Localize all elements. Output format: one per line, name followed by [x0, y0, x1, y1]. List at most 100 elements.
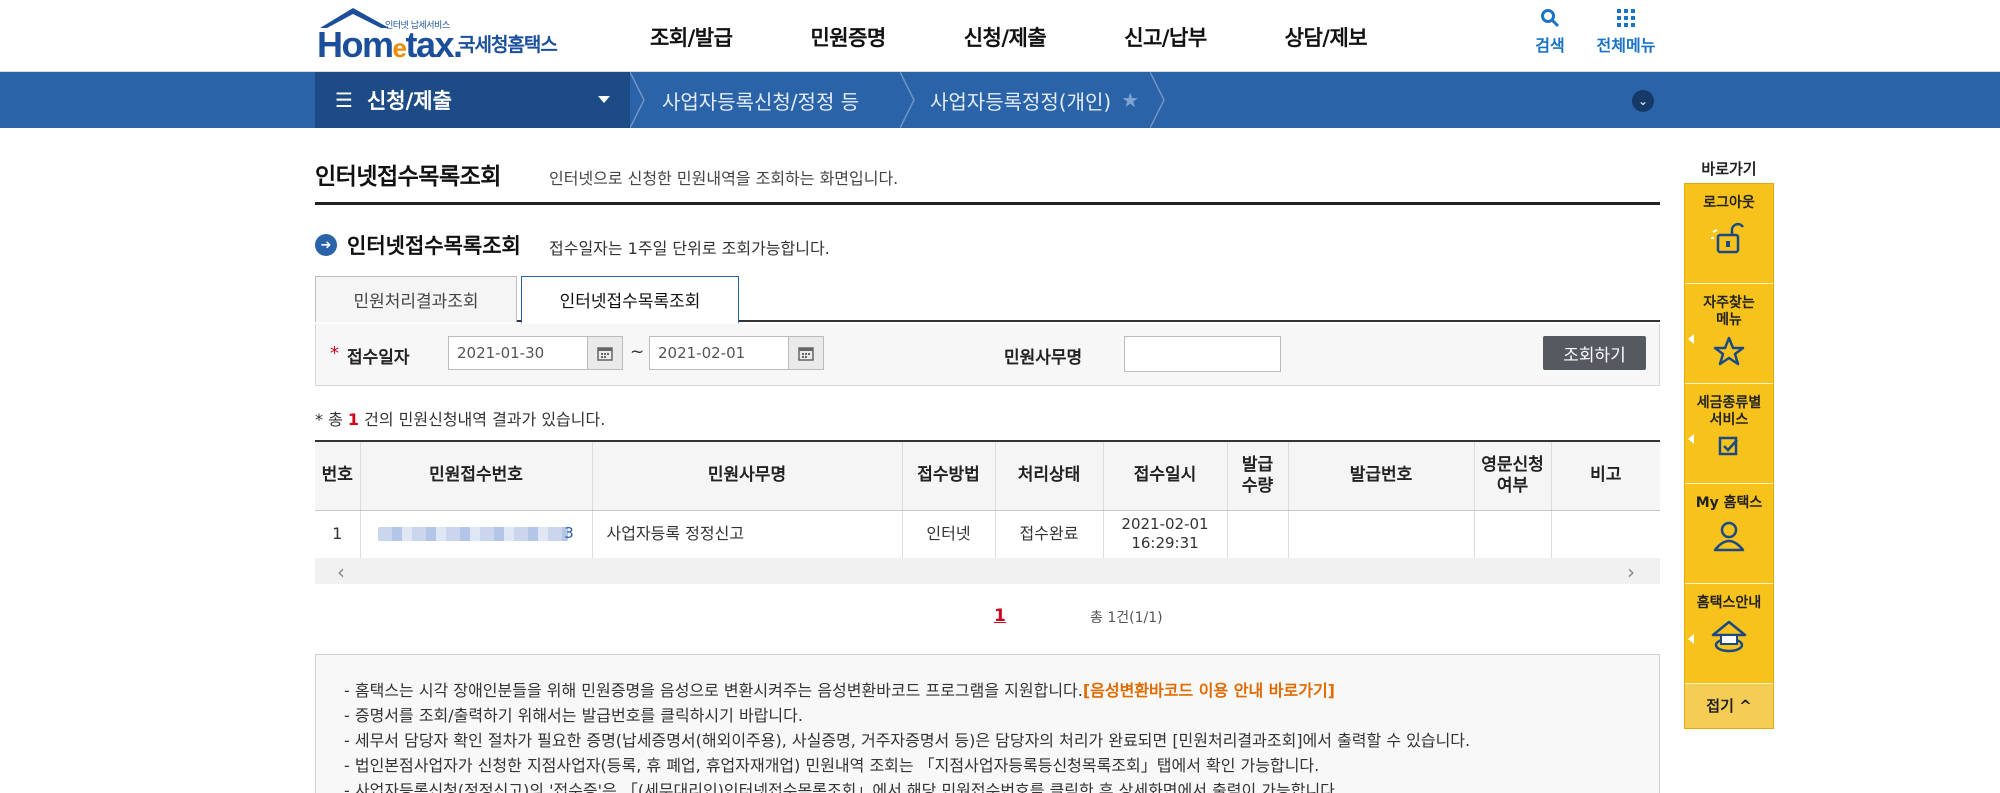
quick-hometax-guide-button[interactable]: 홈택스안내 [1685, 584, 1773, 684]
voice-barcode-guide-link[interactable]: [음성변환바코드 이용 안내 바로가기] [1083, 681, 1335, 700]
quick-label: 자주찾는 메뉴 [1703, 295, 1755, 328]
quick-menu: 로그아웃 자주찾는 메뉴 세금종류별 서비스 My 홈택스 홈택스안내 접기 ^ [1684, 183, 1774, 729]
category-menu-label: 신청/제출 [366, 89, 452, 113]
gnb-civil-certificates[interactable]: 민원증명 [810, 22, 886, 52]
notice-line: - 증명서를 조회/출력하기 위해서는 발급번호를 클릭하시기 바랍니다. [344, 706, 803, 725]
gnb-apply-submit[interactable]: 신청/제출 [964, 22, 1047, 52]
breadcrumb-label: 사업자등록신청/정정 등 [662, 89, 860, 114]
receipt-number-link[interactable]: 3 [360, 510, 593, 559]
notice-line: - 홈택스는 시각 장애인분들을 위해 민원증명을 음성으로 변환시켜주는 음성… [344, 681, 1335, 700]
cell-time: 16:29:31 [1131, 534, 1199, 552]
result-count: 1 [347, 410, 360, 429]
search-submit-button[interactable]: 조회하기 [1543, 336, 1646, 370]
redacted-receipt-number [378, 527, 569, 542]
gnb-consult-report[interactable]: 상담/제보 [1285, 22, 1368, 52]
section-description: 접수일자는 1주일 단위로 조회가능합니다. [549, 239, 830, 258]
all-menu-button[interactable]: 전체메뉴 [1586, 8, 1666, 56]
grid-menu-icon [1617, 9, 1635, 27]
quick-logout-button[interactable]: 로그아웃 [1685, 184, 1773, 284]
date-to-input[interactable]: 2021-02-01 [649, 336, 789, 370]
calendar-icon[interactable] [587, 336, 623, 370]
house-icon [1711, 620, 1747, 653]
range-separator: ~ [630, 342, 645, 362]
caret-left-icon [1688, 634, 1694, 644]
horizontal-scrollbar[interactable]: ‹ › [315, 558, 1660, 584]
chevron-down-icon[interactable]: ⌄ [1632, 90, 1654, 112]
cell-issue-no[interactable] [1288, 510, 1475, 559]
scroll-left-icon[interactable]: ‹ [337, 560, 345, 584]
breadcrumb-registration-correction[interactable]: 사업자등록정정(개인) ★ [930, 72, 1139, 128]
checkbox-icon [1718, 436, 1738, 456]
cell-no: 1 [315, 510, 361, 559]
quick-favorite-menu-button[interactable]: 자주찾는 메뉴 [1685, 284, 1773, 384]
logo-korean-name: 국세청홈택스 [458, 34, 558, 56]
receipt-list-table: 번호 민원접수번호 민원사무명 접수방법 처리상태 접수일시 발급 수량 발급번… [315, 440, 1660, 559]
result-summary: * 총 1 건의 민원신청내역 결과가 있습니다. [315, 406, 605, 430]
summary-suffix: 건의 민원신청내역 결과가 있습니다. [364, 410, 606, 429]
cell-datetime: 2021-02-01 16:29:31 [1103, 510, 1228, 559]
chevron-divider-icon [900, 72, 915, 128]
civil-affair-name-label: 민원사무명 [1004, 348, 1083, 368]
gnb-report-pay[interactable]: 신고/납부 [1124, 22, 1207, 52]
global-nav: 조회/발급 민원증명 신청/제출 신고/납부 상담/제보 [650, 22, 1445, 52]
quick-tax-service-button[interactable]: 세금종류별 서비스 [1685, 384, 1773, 484]
column-header-method: 접수방법 [902, 442, 996, 511]
caret-left-icon [1688, 434, 1694, 444]
favorite-star-icon[interactable]: ★ [1121, 88, 1139, 112]
cell-method: 인터넷 [902, 510, 996, 559]
hometax-logo[interactable]: 인터넷 납세서비스 Hometax. 국세청홈택스 [315, 6, 575, 66]
chevron-divider-icon [1150, 72, 1165, 128]
caret-down-icon [598, 96, 610, 103]
scroll-right-icon[interactable]: › [1627, 560, 1635, 584]
cell-english [1474, 510, 1552, 559]
notice-box: - 홈택스는 시각 장애인분들을 위해 민원증명을 음성으로 변환시켜주는 음성… [315, 654, 1660, 793]
cell-date: 2021-02-01 [1121, 514, 1209, 533]
arrow-right-circle-icon: ➜ [315, 234, 337, 256]
breadcrumb-label: 사업자등록정정(개인) [930, 89, 1112, 114]
civil-affair-name-input[interactable] [1124, 336, 1281, 372]
notice-line: - 세무서 담당자 확인 절차가 필요한 증명(납세증명서(해외이주용), 사실… [344, 731, 1471, 750]
category-menu-dropdown[interactable]: ☰ 신청/제출 [315, 72, 630, 128]
tab-civil-result-inquiry[interactable]: 민원처리결과조회 [315, 276, 517, 322]
receipt-date-label: 접수일자 [347, 348, 410, 368]
column-header-affair-name: 민원사무명 [592, 442, 903, 511]
cell-status: 접수완료 [995, 510, 1104, 559]
search-panel: * 접수일자 2021-01-30 ~ 2021-02-01 민원사무명 조회하… [315, 324, 1660, 386]
all-menu-label: 전체메뉴 [1596, 36, 1656, 55]
table-row: 1 3 사업자등록 정정신고 인터넷 접수완료 2021-02-01 16:29:… [315, 510, 1660, 559]
date-from-input[interactable]: 2021-01-30 [448, 336, 588, 370]
unlock-icon [1711, 222, 1745, 254]
column-header-note: 비고 [1551, 442, 1660, 511]
page-number-link[interactable]: 1 [994, 606, 1006, 626]
user-icon [1713, 521, 1745, 552]
column-header-status: 처리상태 [995, 442, 1104, 511]
cell-affair-name: 사업자등록 정정신고 [592, 510, 903, 559]
logo-wordmark: Hometax. [317, 24, 463, 65]
notice-line: - 법인본점사업자가 신청한 지점사업자(등록, 휴 폐업, 휴업자재개업) 민… [344, 756, 1320, 775]
tab-bar: 민원처리결과조회 인터넷접수목록조회 [315, 276, 1660, 324]
column-header-datetime: 접수일시 [1103, 442, 1228, 511]
page-header: 인터넷접수목록조회 인터넷으로 신청한 민원내역을 조회하는 화면입니다. [315, 155, 1660, 205]
page-total-count: 총 1건(1/1) [1090, 610, 1163, 626]
column-header-no: 번호 [315, 442, 361, 511]
column-header-receipt-no: 민원접수번호 [360, 442, 593, 511]
quick-label: 홈택스안내 [1696, 595, 1762, 611]
gnb-inquiry-issue[interactable]: 조회/발급 [650, 22, 733, 52]
column-header-english: 영문신청 여부 [1474, 442, 1552, 511]
top-header: 인터넷 납세서비스 Hometax. 국세청홈택스 조회/발급 민원증명 신청/… [0, 0, 2000, 72]
page-title: 인터넷접수목록조회 [315, 164, 501, 190]
search-button[interactable]: 검색 [1510, 8, 1590, 56]
quick-label: 세금종류별 서비스 [1696, 395, 1762, 428]
table-header-row: 번호 민원접수번호 민원사무명 접수방법 처리상태 접수일시 발급 수량 발급번… [315, 442, 1660, 511]
quick-my-hometax-button[interactable]: My 홈택스 [1685, 484, 1773, 584]
cell-note [1551, 510, 1660, 558]
calendar-icon[interactable] [788, 336, 824, 370]
quick-label: 로그아웃 [1703, 195, 1755, 211]
tab-internet-receipt-list[interactable]: 인터넷접수목록조회 [521, 276, 739, 324]
required-mark: * [330, 343, 339, 364]
chevron-divider-icon [630, 72, 645, 128]
breadcrumb-business-registration[interactable]: 사업자등록신청/정정 등 [662, 72, 859, 128]
quick-menu-collapse-button[interactable]: 접기 ^ [1685, 684, 1773, 728]
notice-line: - 사업자등록신청(정정신고)의 '접수증'은 「(세무대리인)인터넷접수목록조… [344, 781, 1340, 793]
search-label: 검색 [1535, 36, 1565, 55]
